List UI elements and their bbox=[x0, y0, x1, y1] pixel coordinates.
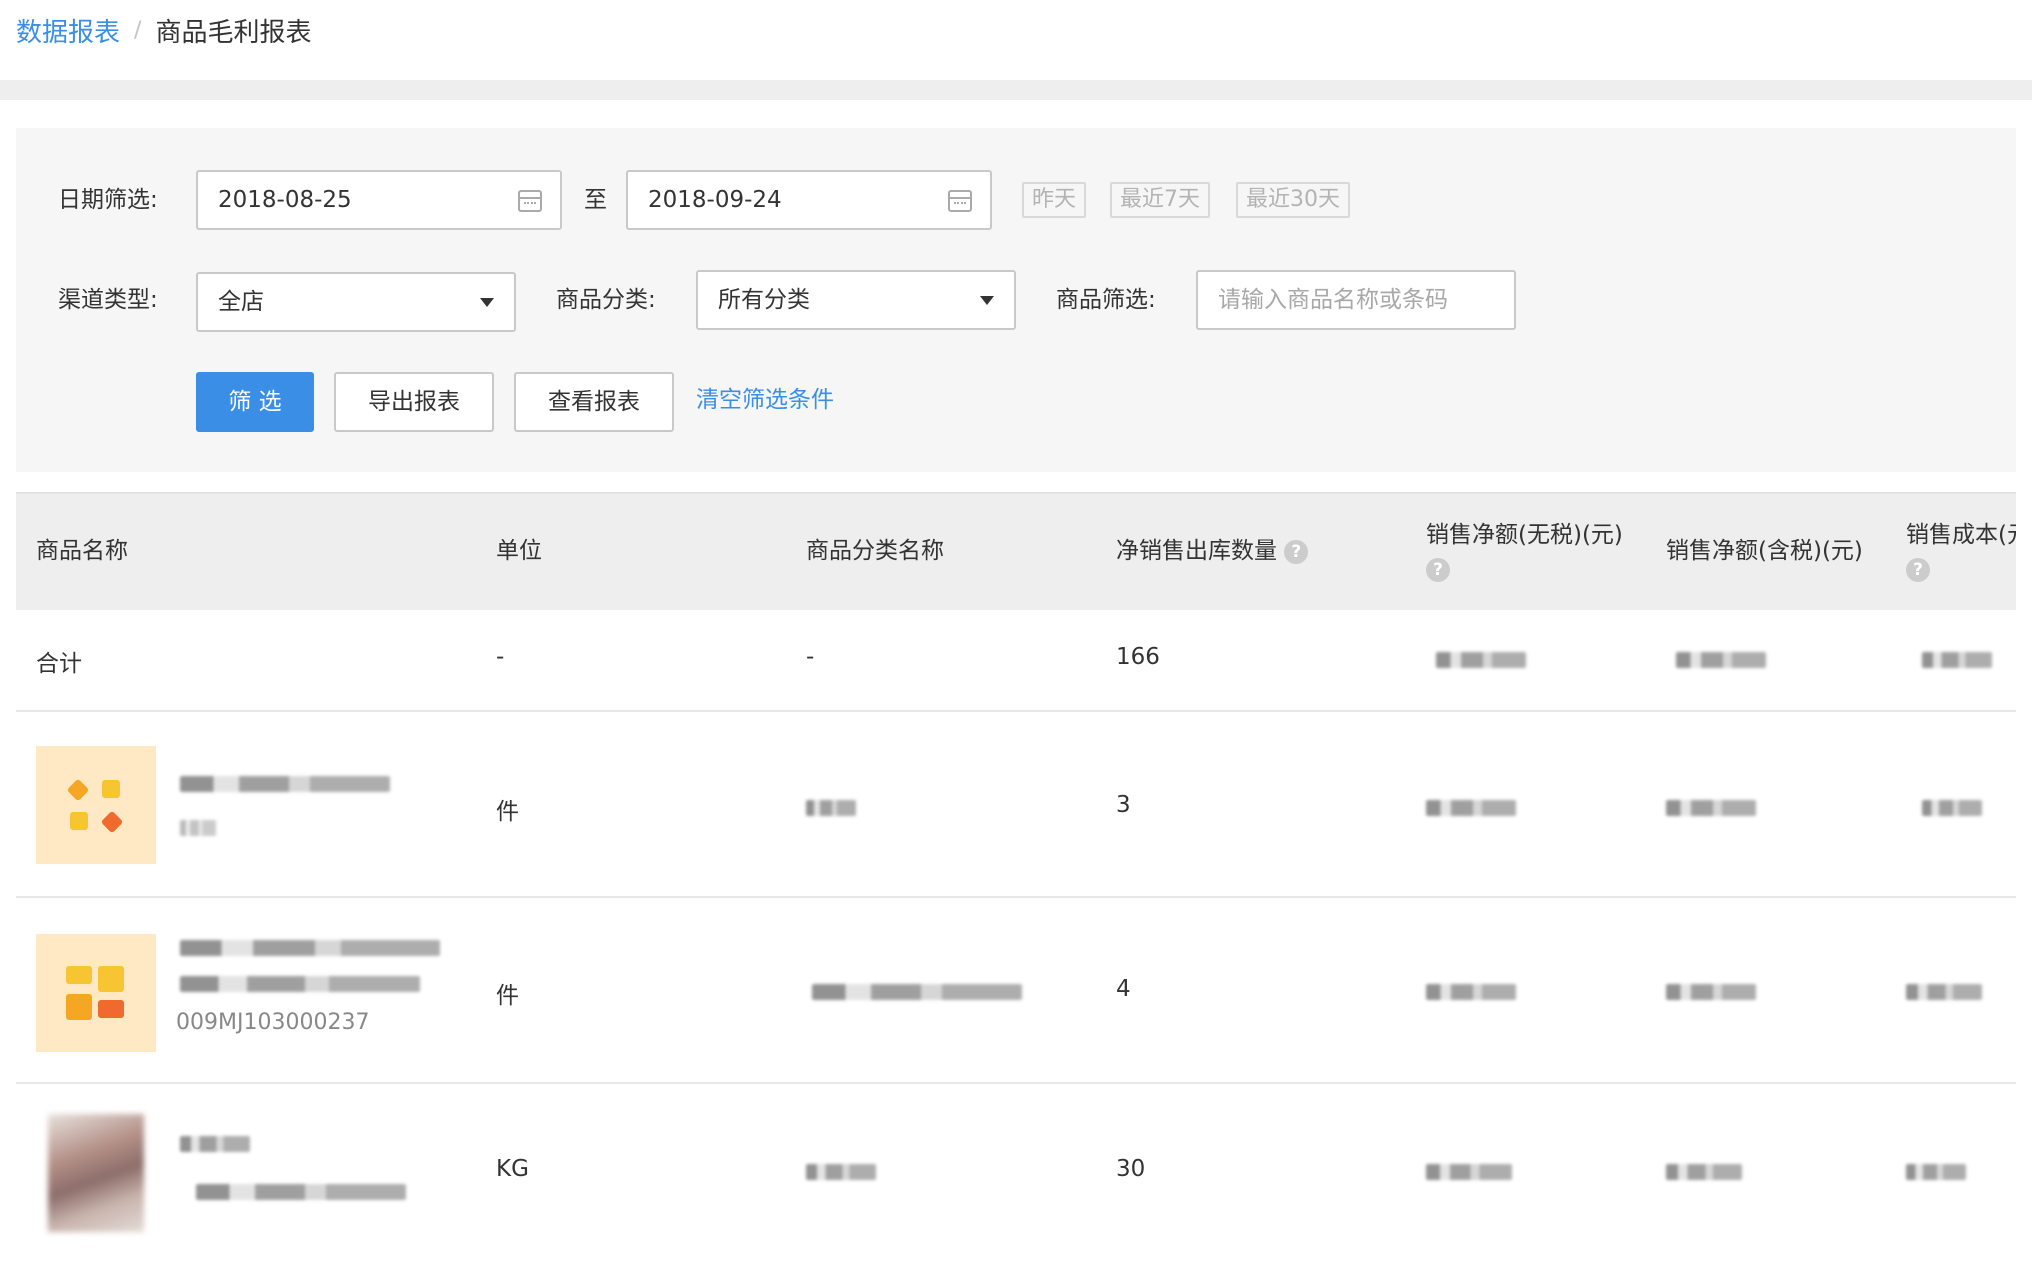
redacted-value bbox=[1666, 1164, 1742, 1180]
redacted-value bbox=[1436, 652, 1526, 668]
calendar-icon[interactable] bbox=[948, 190, 972, 212]
channel-type-label: 渠道类型: bbox=[58, 287, 158, 313]
table-row[interactable]: 件 3 bbox=[16, 712, 2016, 898]
redacted-value bbox=[1906, 984, 1982, 1000]
product-thumbnail bbox=[36, 934, 156, 1052]
column-header-net-sales-qty: 净销售出库数量 ? bbox=[1116, 534, 1309, 568]
redacted-value bbox=[1922, 800, 1982, 816]
product-photo bbox=[48, 1114, 144, 1232]
cell-net-sales-qty: 3 bbox=[1116, 792, 1131, 818]
redacted-product-name bbox=[196, 1184, 406, 1200]
breadcrumb-link-data-reports[interactable]: 数据报表 bbox=[16, 12, 120, 49]
redacted-product-name bbox=[180, 940, 440, 956]
cell-unit: KG bbox=[496, 1156, 529, 1182]
filter-button[interactable]: 筛 选 bbox=[196, 372, 314, 432]
redacted-product-name bbox=[180, 976, 420, 992]
redacted-product-name bbox=[180, 1136, 250, 1152]
breadcrumb-current: 商品毛利报表 bbox=[155, 17, 312, 48]
quick-range-30-days[interactable]: 最近30天 bbox=[1236, 182, 1350, 218]
cell-category: - bbox=[806, 644, 815, 670]
date-range-separator: 至 bbox=[584, 187, 607, 213]
cell-net-sales-qty: 166 bbox=[1116, 644, 1160, 670]
category-label: 商品分类: bbox=[556, 287, 656, 313]
table-row[interactable]: KG 30 bbox=[16, 1084, 2016, 1268]
redacted-product-name bbox=[180, 776, 390, 792]
redacted-product-name bbox=[180, 820, 216, 836]
product-search-input[interactable] bbox=[1196, 270, 1516, 330]
breadcrumb: 数据报表 / 商品毛利报表 bbox=[16, 10, 311, 50]
end-date-input[interactable]: 2018-09-24 bbox=[626, 170, 992, 230]
column-header-label: 销售净额(无税)(元) bbox=[1426, 522, 1623, 548]
redacted-value bbox=[1676, 652, 1766, 668]
breadcrumb-separator: / bbox=[134, 17, 142, 43]
column-header-product-name: 商品名称 bbox=[36, 538, 128, 564]
cell-unit: - bbox=[496, 644, 505, 670]
table-row-total: 合计 - - 166 bbox=[16, 610, 2016, 712]
redacted-value bbox=[1426, 1164, 1512, 1180]
table-header: 商品名称 单位 商品分类名称 净销售出库数量 ? 销售净额(无税)(元) ? 销… bbox=[16, 492, 2016, 610]
section-divider bbox=[0, 80, 2032, 100]
product-filter-label: 商品筛选: bbox=[1056, 287, 1156, 313]
cell-unit: 件 bbox=[496, 983, 519, 1009]
redacted-category bbox=[812, 984, 1022, 1000]
dropdown-caret-icon bbox=[480, 298, 494, 307]
channel-type-select[interactable]: 全店 bbox=[196, 272, 516, 332]
help-icon[interactable]: ? bbox=[1906, 557, 1930, 582]
redacted-value bbox=[1666, 984, 1756, 1000]
redacted-value bbox=[1922, 652, 1992, 668]
cell-net-sales-qty: 4 bbox=[1116, 976, 1131, 1002]
quick-range-yesterday[interactable]: 昨天 bbox=[1022, 182, 1087, 218]
column-header-unit: 单位 bbox=[496, 538, 542, 564]
column-header-category-name: 商品分类名称 bbox=[806, 538, 944, 564]
help-icon[interactable]: ? bbox=[1426, 557, 1450, 582]
category-value: 所有分类 bbox=[718, 287, 810, 313]
view-report-button[interactable]: 查看报表 bbox=[514, 372, 674, 432]
category-select[interactable]: 所有分类 bbox=[696, 270, 1016, 330]
report-table: 商品名称 单位 商品分类名称 净销售出库数量 ? 销售净额(无税)(元) ? 销… bbox=[16, 492, 2016, 1268]
cell-net-sales-qty: 30 bbox=[1116, 1156, 1146, 1182]
date-filter-label: 日期筛选: bbox=[58, 187, 158, 213]
clear-filters-link[interactable]: 清空筛选条件 bbox=[696, 372, 834, 428]
help-icon[interactable]: ? bbox=[1284, 539, 1309, 564]
cell-unit: 件 bbox=[496, 799, 519, 825]
redacted-value bbox=[1906, 1164, 1966, 1180]
redacted-category bbox=[806, 800, 856, 816]
end-date-value: 2018-09-24 bbox=[648, 187, 782, 213]
channel-type-value: 全店 bbox=[218, 289, 264, 315]
cell-product-name: 合计 bbox=[36, 651, 82, 677]
column-header-label: 销售成本(元) bbox=[1906, 522, 2016, 548]
table-row[interactable]: 009MJ103000237 件 4 bbox=[16, 898, 2016, 1084]
quick-range-7-days[interactable]: 最近7天 bbox=[1110, 182, 1210, 218]
dropdown-caret-icon bbox=[980, 296, 994, 305]
calendar-icon[interactable] bbox=[518, 190, 542, 212]
redacted-value bbox=[1666, 800, 1756, 816]
start-date-value: 2018-08-25 bbox=[218, 187, 352, 213]
column-header-sales-cost: 销售成本(元) ? bbox=[1906, 518, 2016, 586]
start-date-input[interactable]: 2018-08-25 bbox=[196, 170, 562, 230]
column-header-label: 净销售出库数量 bbox=[1116, 538, 1277, 564]
product-sku: 009MJ103000237 bbox=[176, 1010, 370, 1035]
redacted-category bbox=[806, 1164, 876, 1180]
redacted-value bbox=[1426, 984, 1516, 1000]
product-thumbnail bbox=[36, 746, 156, 864]
redacted-value bbox=[1426, 800, 1516, 816]
column-header-net-sales-excl-tax: 销售净额(无税)(元) ? bbox=[1426, 518, 1626, 586]
export-report-button[interactable]: 导出报表 bbox=[334, 372, 494, 432]
column-header-net-sales-incl-tax: 销售净额(含税)(元) bbox=[1666, 538, 1863, 564]
